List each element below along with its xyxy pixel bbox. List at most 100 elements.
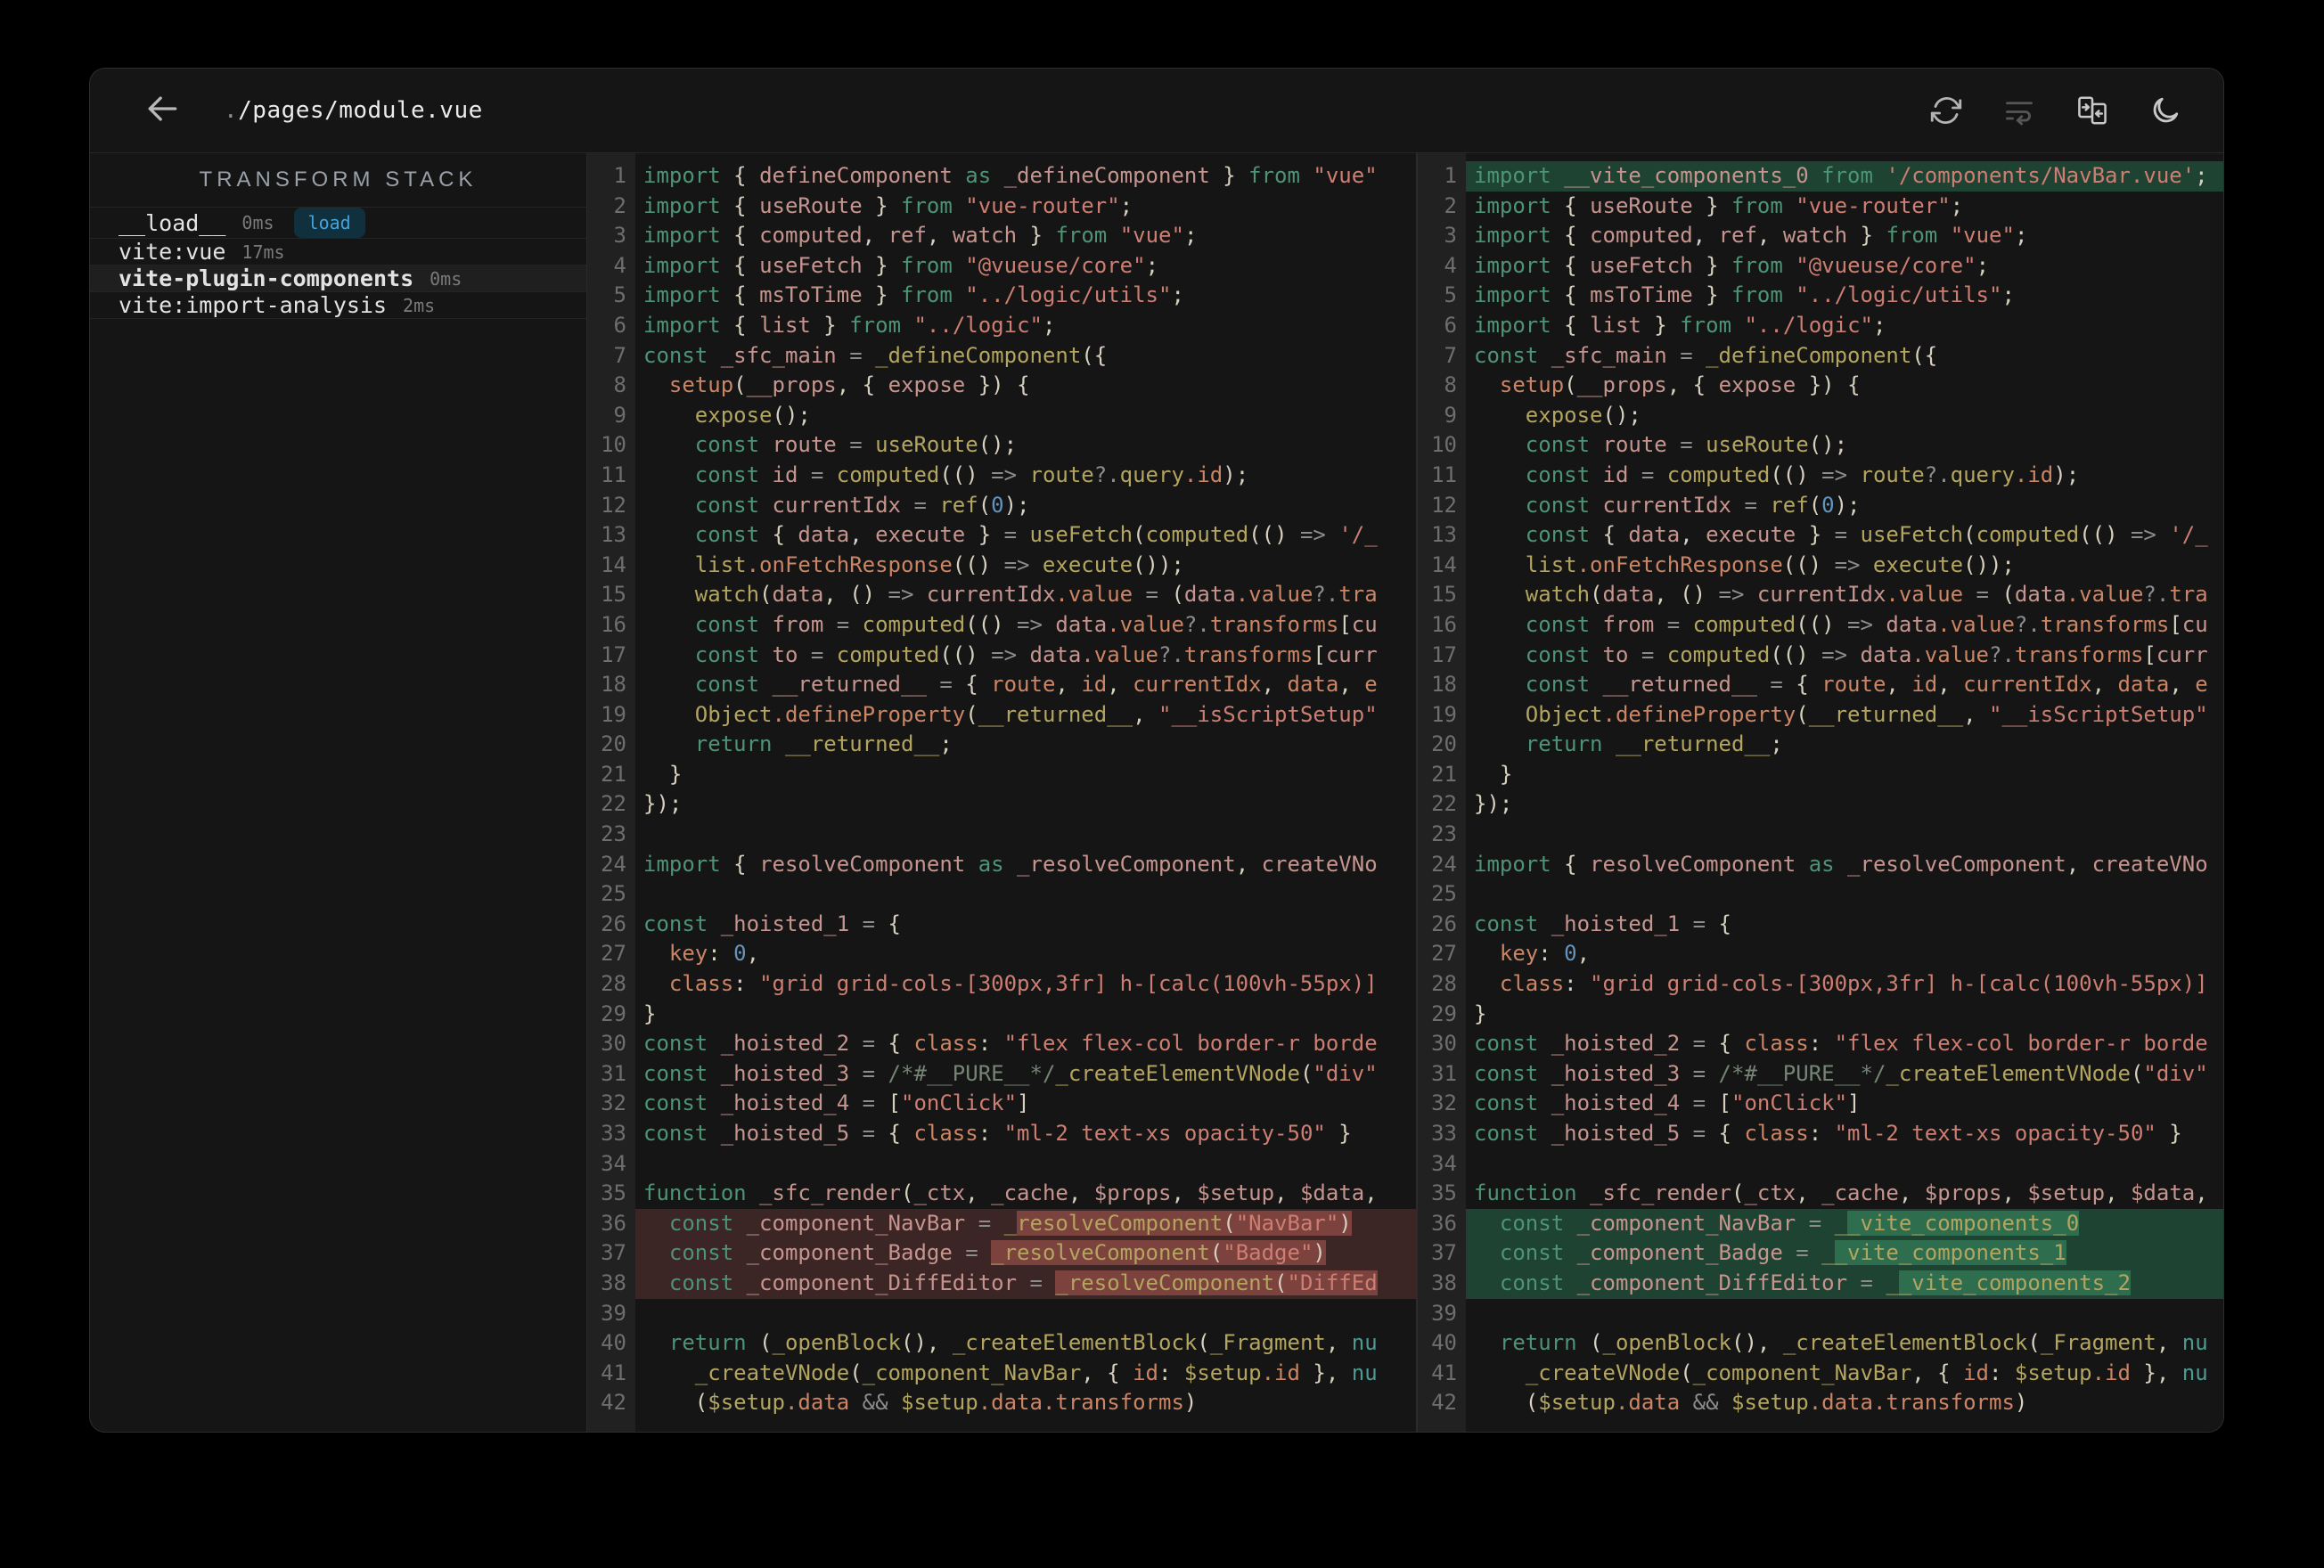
line-number: 39 bbox=[1431, 1300, 1457, 1326]
line-number: 5 bbox=[613, 282, 626, 308]
line-number: 39 bbox=[601, 1300, 626, 1326]
line-number: 36 bbox=[1431, 1210, 1457, 1236]
code-text: setup(__props, { expose }) { bbox=[1499, 372, 1861, 398]
line-number: 33 bbox=[601, 1121, 626, 1146]
code-line: 14 list.onFetchResponse(() => execute())… bbox=[587, 551, 1416, 581]
code-line: 31 const _hoisted_3 = /*#__PURE__*/_creat… bbox=[587, 1059, 1416, 1090]
code-text: } bbox=[1474, 1000, 1487, 1026]
code-line: 26 const _hoisted_1 = { bbox=[1418, 910, 2223, 940]
code-line: 21 } bbox=[587, 760, 1416, 790]
code-line: 6 import { list } from "../logic"; bbox=[587, 311, 1416, 341]
code-line: 16 const from = computed(() => data.valu… bbox=[587, 610, 1416, 641]
line-number: 11 bbox=[1431, 461, 1457, 487]
code-text: import { list } from "../logic"; bbox=[1474, 312, 1886, 338]
code-line: 7 const _sfc_main = _defineComponent({ bbox=[1418, 341, 2223, 372]
line-number: 12 bbox=[601, 492, 626, 518]
line-number: 4 bbox=[613, 252, 626, 278]
code-text: ($setup.data && $setup.data.transforms) bbox=[1474, 1390, 2028, 1416]
code-text: function _sfc_render(_ctx, _cache, $prop… bbox=[1474, 1180, 2208, 1206]
code-line: 33 const _hoisted_5 = { class: "ml-2 text… bbox=[1418, 1119, 2223, 1149]
refresh-icon[interactable] bbox=[1929, 94, 1963, 127]
sidebar-item-vite:import-analysis[interactable]: vite:import-analysis 2ms bbox=[90, 292, 586, 319]
code-line: 39 bbox=[1418, 1299, 2223, 1329]
code-text: import { useRoute } from "vue-router"; bbox=[643, 192, 1133, 218]
line-number: 29 bbox=[1431, 1000, 1457, 1026]
plugin-time: 17ms bbox=[241, 241, 285, 263]
code-text: return __returned__; bbox=[1525, 731, 1783, 757]
sidebar-item-vite-plugin-components[interactable]: vite-plugin-components 0ms bbox=[90, 265, 586, 292]
line-number: 3 bbox=[613, 223, 626, 249]
code-text: const _component_Badge = __vite_componen… bbox=[1466, 1238, 2223, 1269]
back-button[interactable] bbox=[142, 90, 183, 131]
code-text: const id = computed(() => route?.query.i… bbox=[694, 461, 1249, 487]
diff-view-icon[interactable] bbox=[2075, 94, 2109, 127]
line-number: 1 bbox=[1444, 163, 1457, 188]
code-text: Object.defineProperty(__returned__, "__i… bbox=[694, 701, 1378, 727]
line-number: 37 bbox=[1431, 1240, 1457, 1266]
code-text: import { resolveComponent as _resolveCom… bbox=[643, 851, 1378, 877]
topbar: ./pages/module.vue bbox=[90, 69, 2223, 153]
line-number: 42 bbox=[601, 1390, 626, 1416]
code-text: const _hoisted_5 = { class: "ml-2 text-x… bbox=[643, 1121, 1352, 1146]
code-text: const _hoisted_5 = { class: "ml-2 text-x… bbox=[1474, 1121, 2182, 1146]
word-wrap-icon[interactable] bbox=[2002, 94, 2036, 127]
line-number: 41 bbox=[1431, 1360, 1457, 1385]
code-text: Object.defineProperty(__returned__, "__i… bbox=[1525, 701, 2208, 727]
code-line: 12 const currentIdx = ref(0); bbox=[587, 491, 1416, 521]
code-line: 9 expose(); bbox=[1418, 401, 2223, 431]
line-number: 18 bbox=[601, 672, 626, 698]
code-line: 24 import { resolveComponent as _resolveC… bbox=[587, 850, 1416, 880]
code-line: 13 const { data, execute } = useFetch(co… bbox=[1418, 520, 2223, 551]
title-path: /pages/module.vue bbox=[238, 97, 483, 124]
line-number: 5 bbox=[1444, 282, 1457, 308]
code-line: 28 class: "grid grid-cols-[300px,3fr] h-… bbox=[1418, 969, 2223, 1000]
transform-stack-list: __load__ 0ms load vite:vue 17ms vite-plugin-c… bbox=[90, 208, 586, 319]
dark-mode-icon[interactable] bbox=[2148, 94, 2182, 127]
code-line: 41 _createVNode(_component_NavBar, { id:… bbox=[587, 1359, 1416, 1389]
code-line: 15 watch(data, () => currentIdx.value = … bbox=[1418, 580, 2223, 610]
code-line: 23 bbox=[1418, 820, 2223, 850]
sidebar-item-__load__[interactable]: __load__ 0ms load bbox=[90, 208, 586, 239]
code-text: const _hoisted_4 = ["onClick"] bbox=[1474, 1090, 1861, 1116]
code-text: const _sfc_main = _defineComponent({ bbox=[643, 342, 1108, 368]
code-text: import { useRoute } from "vue-router"; bbox=[1474, 192, 1964, 218]
code-text: import { resolveComponent as _resolveCom… bbox=[1474, 851, 2208, 877]
code-line: 40 return (_openBlock(), _createElementB… bbox=[1418, 1328, 2223, 1359]
code-text: import { defineComponent as _defineCompo… bbox=[643, 163, 1378, 188]
plugin-time: 0ms bbox=[430, 267, 462, 290]
transform-stack-title: TRANSFORM STACK bbox=[90, 153, 586, 208]
code-line: 28 class: "grid grid-cols-[300px,3fr] h-… bbox=[587, 969, 1416, 1000]
code-text: const _component_DiffEditor = __vite_com… bbox=[1466, 1268, 2223, 1299]
code-text: key: 0, bbox=[668, 941, 760, 967]
code-text: expose(); bbox=[1525, 402, 1641, 428]
line-number: 41 bbox=[601, 1360, 626, 1385]
code-text: const _hoisted_3 = /*#__PURE__*/_createE… bbox=[643, 1060, 1378, 1086]
line-number: 22 bbox=[1431, 791, 1457, 817]
code-line: 13 const { data, execute } = useFetch(co… bbox=[587, 520, 1416, 551]
code-line: 29} bbox=[1418, 1000, 2223, 1030]
plugin-time: 0ms bbox=[241, 212, 274, 233]
code-panel-after[interactable]: 1 import __vite_components_0 from '/compo… bbox=[1416, 153, 2223, 1432]
line-number: 24 bbox=[601, 851, 626, 877]
code-text: const _hoisted_2 = { class: "flex flex-c… bbox=[1474, 1031, 2208, 1057]
code-line: 19 Object.defineProperty(__returned__, "… bbox=[587, 700, 1416, 731]
code-line: 37 const _component_Badge = _resolveComp… bbox=[587, 1238, 1416, 1269]
code-line: 2 import { useRoute } from "vue-router"; bbox=[1418, 192, 2223, 222]
load-badge: load bbox=[293, 208, 365, 238]
code-text: const route = useRoute(); bbox=[694, 432, 1018, 458]
sidebar-item-vite:vue[interactable]: vite:vue 17ms bbox=[90, 239, 586, 265]
code-text: expose(); bbox=[694, 402, 811, 428]
code-text: const to = computed(() => data.value?.tr… bbox=[1525, 641, 2208, 667]
app-window: ./pages/module.vue TRANSFORM STACK __loa… bbox=[89, 68, 2224, 1433]
code-panel-before[interactable]: 1 import { defineComponent as _defineComp… bbox=[587, 153, 1416, 1432]
code-text: const _component_NavBar = _resolveCompon… bbox=[635, 1208, 1416, 1239]
code-line: 18 const __returned__ = { route, id, cur… bbox=[1418, 670, 2223, 700]
code-text: list.onFetchResponse(() => execute()); bbox=[694, 551, 1184, 577]
code-line: 38 const _component_DiffEditor = _resolv… bbox=[587, 1268, 1416, 1299]
line-number: 17 bbox=[1431, 641, 1457, 667]
line-number: 32 bbox=[601, 1090, 626, 1116]
line-number: 28 bbox=[601, 971, 626, 997]
plugin-name: vite:import-analysis bbox=[119, 292, 388, 318]
plugin-name: vite:vue bbox=[119, 239, 226, 265]
